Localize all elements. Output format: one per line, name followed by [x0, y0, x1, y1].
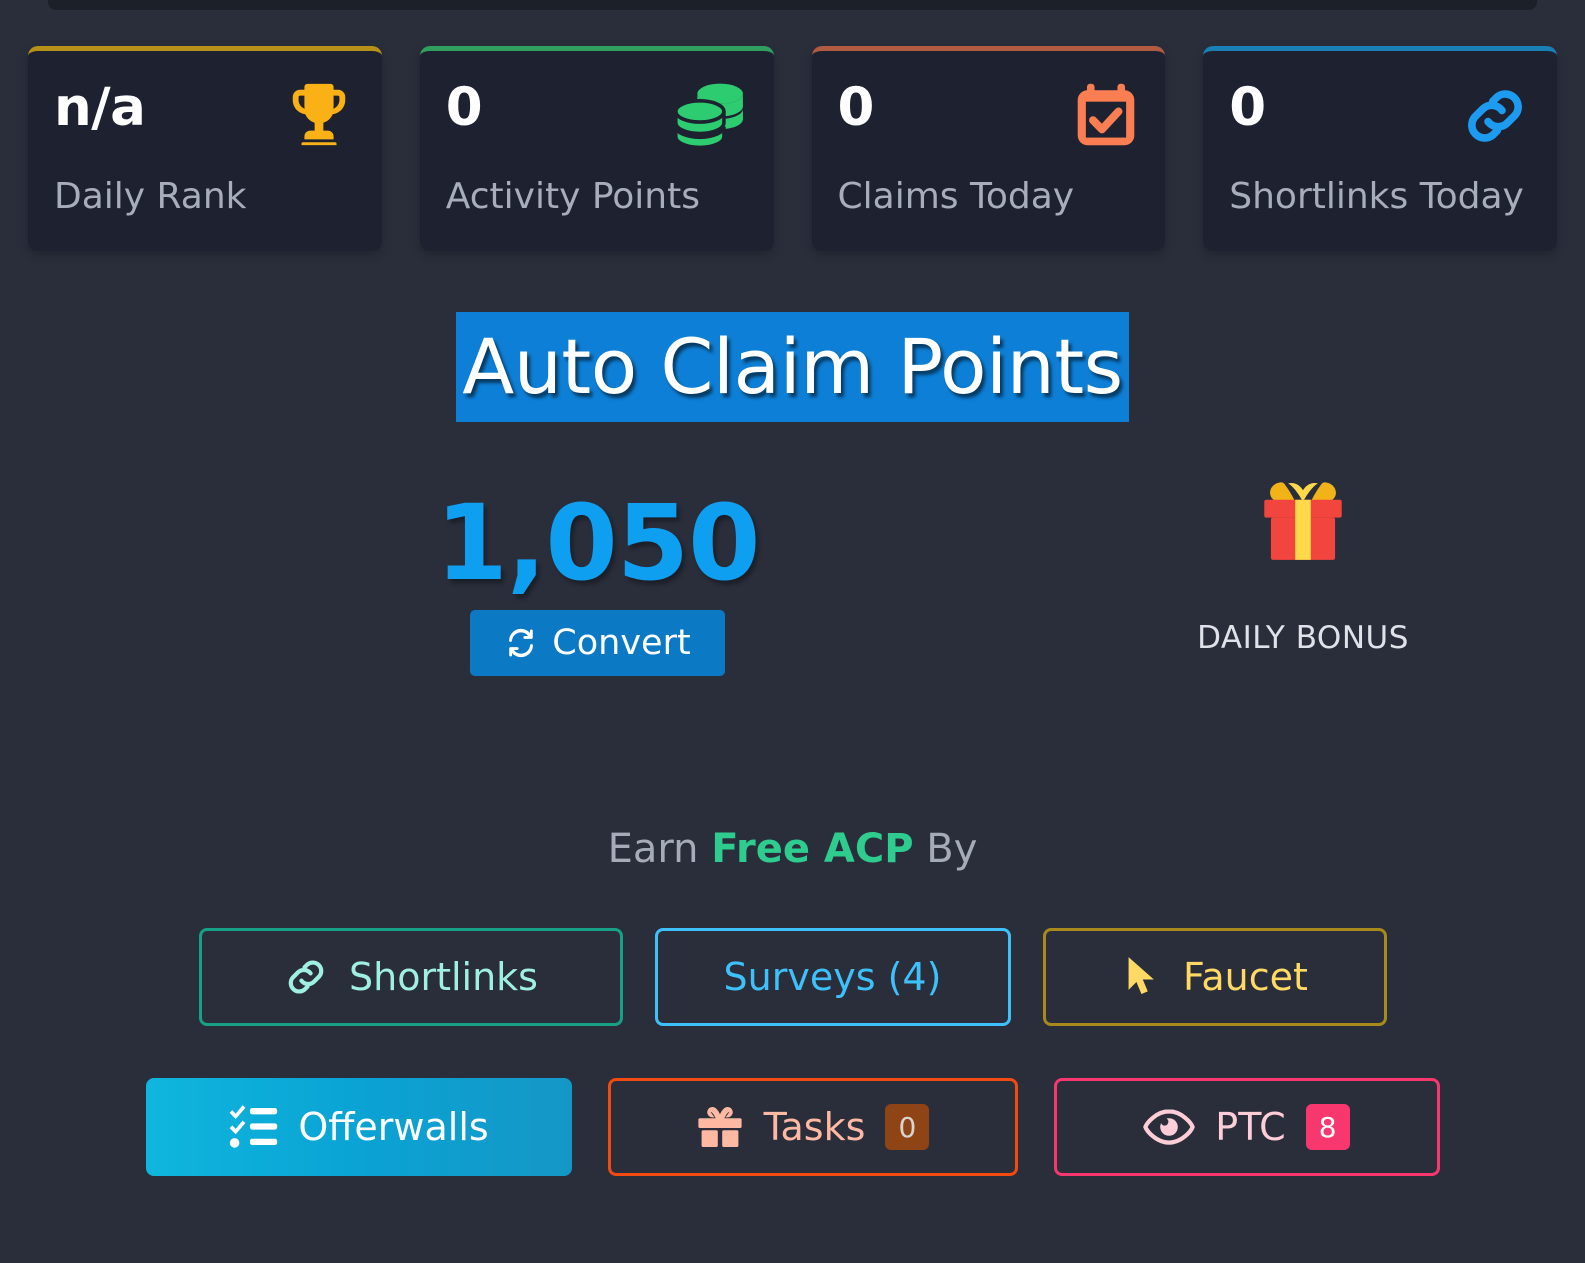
stats-row: n/a Daily Rank 0 Activity Points 0 Claim…: [28, 46, 1557, 251]
gift-icon: [1178, 472, 1428, 576]
stat-label: Daily Rank: [54, 176, 247, 217]
stat-value: 0: [837, 77, 875, 138]
surveys-button[interactable]: Surveys (4): [654, 928, 1011, 1026]
tasks-label: Tasks: [763, 1105, 866, 1149]
faucet-button[interactable]: Faucet: [1042, 928, 1387, 1026]
faucet-label: Faucet: [1183, 955, 1308, 999]
top-panel-sliver: [48, 0, 1537, 10]
convert-label: Convert: [552, 623, 691, 664]
cursor-icon: [1121, 954, 1163, 1000]
stat-card-daily-rank[interactable]: n/a Daily Rank: [28, 46, 382, 251]
eye-icon: [1143, 1107, 1196, 1147]
stat-top: 0: [838, 81, 1140, 153]
stat-top: 0: [1229, 81, 1531, 153]
balance-amount: 1,050: [435, 482, 761, 604]
stat-label: Shortlinks Today: [1229, 176, 1524, 217]
earn-suffix: By: [913, 826, 978, 872]
stat-label: Claims Today: [837, 176, 1075, 217]
coins-icon: [668, 81, 748, 153]
earn-buttons-row-2: Offerwalls Tasks 0 PTC 8: [0, 1078, 1585, 1176]
calendar-check-icon: [1059, 81, 1139, 153]
gift-icon: [696, 1105, 744, 1149]
ptc-button[interactable]: PTC 8: [1053, 1078, 1440, 1176]
convert-button[interactable]: Convert: [470, 610, 725, 677]
stat-value: 0: [445, 77, 483, 138]
trophy-icon: [276, 81, 356, 153]
link-icon: [1451, 81, 1531, 153]
stat-top: 0: [446, 81, 748, 153]
ptc-label: PTC: [1215, 1105, 1286, 1149]
surveys-label: Surveys (4): [723, 955, 942, 999]
tasks-badge: 0: [885, 1104, 930, 1150]
stat-card-activity-points[interactable]: 0 Activity Points: [419, 46, 774, 251]
stat-label: Activity Points: [445, 176, 700, 217]
earn-highlight: Free ACP: [711, 826, 914, 872]
stat-card-claims-today[interactable]: 0 Claims Today: [811, 46, 1166, 251]
tasklist-icon: [228, 1104, 278, 1150]
ptc-badge: 8: [1305, 1104, 1350, 1150]
offerwalls-label: Offerwalls: [298, 1105, 489, 1149]
link-icon: [283, 954, 329, 1000]
daily-bonus-label: DAILY BONUS: [1197, 620, 1409, 656]
offerwalls-button[interactable]: Offerwalls: [145, 1078, 572, 1176]
stat-top: n/a: [54, 81, 356, 153]
page-title-wrap: Auto Claim Points: [0, 312, 1585, 423]
earn-heading: Earn Free ACP By: [0, 826, 1585, 872]
daily-bonus-button[interactable]: DAILY BONUS: [1178, 472, 1428, 656]
shortlinks-button[interactable]: Shortlinks: [198, 928, 623, 1026]
page-title: Auto Claim Points: [456, 312, 1129, 423]
sync-icon: [504, 626, 538, 660]
stat-value: 0: [1229, 77, 1266, 138]
stat-card-shortlinks-today[interactable]: 0 Shortlinks Today: [1203, 46, 1557, 251]
stat-value: n/a: [54, 77, 146, 138]
earn-buttons-row-1: Shortlinks Surveys (4) Faucet: [0, 928, 1585, 1026]
earn-prefix: Earn: [607, 826, 712, 872]
tasks-button[interactable]: Tasks 0: [607, 1078, 1018, 1176]
shortlinks-label: Shortlinks: [349, 955, 538, 999]
